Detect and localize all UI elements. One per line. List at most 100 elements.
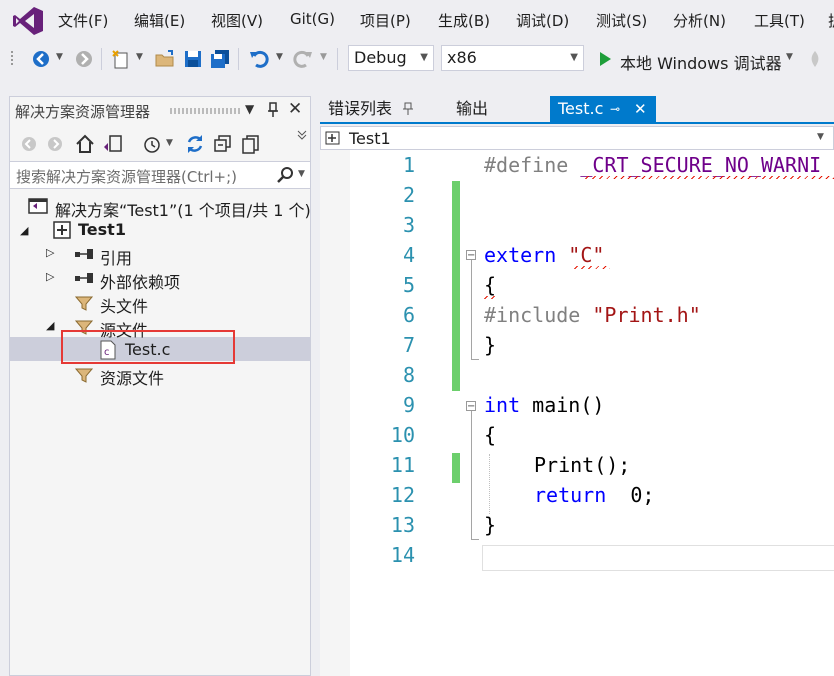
- toolbar-grip-icon: [11, 51, 13, 65]
- line-number: 1: [402, 153, 415, 177]
- debug-target-dropdown-icon[interactable]: ▼: [786, 52, 793, 62]
- menu-git[interactable]: Git(G): [290, 10, 335, 28]
- error-squiggle: [574, 266, 610, 269]
- navigation-bar[interactable]: Test1 ▼: [320, 126, 834, 150]
- tab-underline: [320, 122, 834, 124]
- solution-search-input[interactable]: 搜索解决方案资源管理器(Ctrl+;) ▼: [9, 161, 311, 189]
- panel-grip[interactable]: [170, 108, 240, 114]
- tab-pinned-icon[interactable]: ⊸: [610, 96, 620, 122]
- close-panel-icon[interactable]: ✕: [288, 99, 302, 119]
- menu-debug[interactable]: 调试(D): [516, 10, 569, 31]
- expand-references-icon[interactable]: ▷: [46, 246, 54, 259]
- search-options-dropdown-icon[interactable]: ▼: [298, 169, 305, 179]
- pin-icon[interactable]: [266, 102, 280, 118]
- fold-guide-end: [471, 359, 479, 360]
- sync-refresh-icon[interactable]: [184, 133, 206, 155]
- filter-dropdown-icon[interactable]: ▼: [166, 138, 173, 148]
- configuration-select[interactable]: Debug ▼: [348, 45, 434, 71]
- code-line-13: }: [484, 513, 497, 537]
- solution-icon: [28, 198, 48, 214]
- tab-pin-icon[interactable]: [402, 102, 414, 116]
- indent-guide: [489, 454, 490, 514]
- back-dropdown-icon[interactable]: ▼: [56, 52, 63, 62]
- tree-solution[interactable]: 解决方案“Test1”(1 个项目/共 1 个): [55, 197, 311, 221]
- pending-changes-filter-icon[interactable]: [141, 133, 163, 155]
- fold-guide-end: [471, 539, 479, 540]
- tab-error-list[interactable]: 错误列表: [320, 96, 400, 122]
- toolbar-overflow-icon[interactable]: [296, 128, 308, 140]
- menu-project[interactable]: 项目(P): [360, 10, 411, 31]
- line-number: 6: [402, 303, 415, 327]
- solution-explorer-title: 解决方案资源管理器: [15, 103, 151, 121]
- code-line-12: return 0;: [534, 483, 655, 507]
- collapse-source-files-icon[interactable]: ◢: [46, 319, 54, 332]
- line-number: 7: [402, 333, 415, 357]
- undo-icon[interactable]: [248, 48, 270, 70]
- line-number: 3: [402, 213, 415, 237]
- collapse-all-icon[interactable]: [212, 133, 234, 155]
- menu-test[interactable]: 测试(S): [596, 10, 647, 31]
- platform-select[interactable]: x86 ▼: [441, 45, 584, 71]
- references-icon: [75, 249, 93, 259]
- line-number: 13: [390, 513, 415, 537]
- tab-close-icon[interactable]: ✕: [634, 96, 647, 122]
- tab-test-c[interactable]: Test.c ⊸ ✕: [550, 96, 656, 122]
- redo-dropdown-icon[interactable]: ▼: [320, 52, 327, 62]
- tree-references[interactable]: 引用: [100, 245, 132, 269]
- fold-guide: [471, 411, 472, 540]
- visual-studio-logo-icon: [13, 7, 43, 35]
- code-line-10: {: [484, 423, 497, 447]
- tree-header-files[interactable]: 头文件: [100, 293, 148, 317]
- error-squiggle: [484, 296, 496, 299]
- save-icon[interactable]: [182, 48, 204, 70]
- expand-external-deps-icon[interactable]: ▷: [46, 270, 54, 283]
- code-line-9: int main(): [484, 393, 605, 417]
- switch-views-icon[interactable]: [102, 133, 124, 155]
- expand-project-icon[interactable]: ◢: [20, 224, 28, 237]
- forward-icon[interactable]: [46, 135, 64, 153]
- line-number: 12: [390, 483, 415, 507]
- home-icon[interactable]: [74, 133, 96, 155]
- code-line-11: Print();: [534, 453, 631, 477]
- scope-dropdown-icon[interactable]: ▼: [817, 132, 824, 142]
- start-debugging-icon[interactable]: [594, 48, 616, 70]
- fold-toggle-icon[interactable]: −: [466, 401, 476, 412]
- menu-file[interactable]: 文件(F): [58, 10, 108, 31]
- save-all-icon[interactable]: [209, 48, 231, 70]
- menu-edit[interactable]: 编辑(E): [134, 10, 185, 31]
- panel-options-dropdown-icon[interactable]: ▼: [245, 102, 254, 116]
- navigate-forward-icon[interactable]: [73, 48, 95, 70]
- tree-project[interactable]: Test1: [78, 220, 126, 239]
- new-project-icon[interactable]: [110, 48, 132, 70]
- menu-tools[interactable]: 工具(T): [754, 10, 805, 31]
- line-number: 14: [390, 543, 415, 567]
- tree-resource-files[interactable]: 资源文件: [100, 365, 164, 389]
- tab-output[interactable]: 输出: [448, 96, 496, 122]
- filter-folder-icon: [74, 296, 94, 311]
- highlight-box: [61, 330, 235, 364]
- current-line-highlight: [482, 545, 834, 571]
- back-icon[interactable]: [20, 135, 38, 153]
- hot-reload-icon[interactable]: [804, 48, 826, 70]
- search-icon[interactable]: [276, 166, 294, 184]
- new-dropdown-icon[interactable]: ▼: [136, 52, 143, 62]
- tree-external-dependencies[interactable]: 外部依赖项: [100, 269, 180, 293]
- menu-build[interactable]: 生成(B): [438, 10, 490, 31]
- menu-analyze[interactable]: 分析(N): [673, 10, 726, 31]
- external-dependencies-icon: [75, 273, 93, 283]
- undo-dropdown-icon[interactable]: ▼: [276, 52, 283, 62]
- open-folder-icon[interactable]: [154, 48, 176, 70]
- redo-icon[interactable]: [292, 48, 314, 70]
- navigate-back-icon[interactable]: [30, 48, 52, 70]
- code-line-1: #define _CRT_SECURE_NO_WARNI: [484, 153, 822, 177]
- c-project-icon: [53, 221, 71, 239]
- fold-toggle-icon[interactable]: −: [466, 250, 476, 261]
- change-marker: [452, 453, 460, 483]
- line-number: 2: [402, 183, 415, 207]
- menu-view[interactable]: 视图(V): [211, 10, 263, 31]
- menu-extensions[interactable]: 扩: [828, 10, 834, 31]
- show-all-files-icon[interactable]: [240, 133, 262, 155]
- start-debugging-button[interactable]: 本地 Windows 调试器: [620, 50, 782, 74]
- change-marker: [452, 181, 460, 391]
- code-line-4: extern "C": [484, 243, 605, 267]
